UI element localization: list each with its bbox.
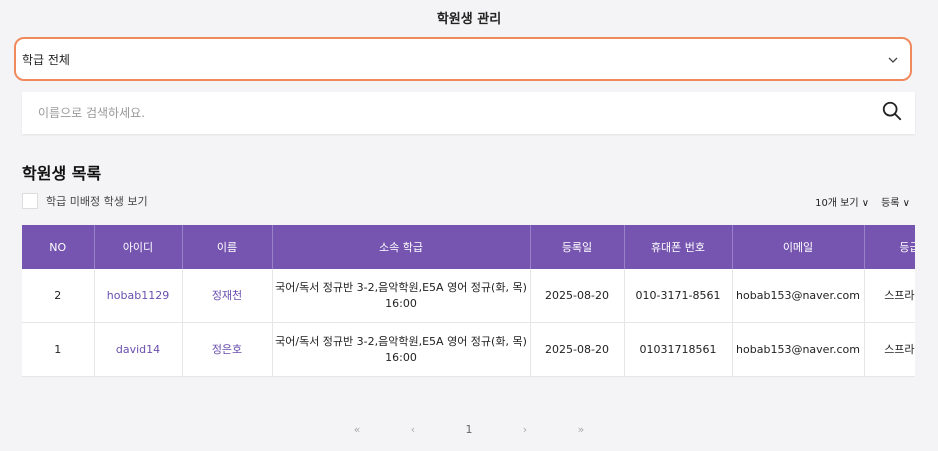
search-bar: [22, 92, 915, 134]
search-input[interactable]: [36, 105, 881, 121]
cell-class: 국어/독서 정규반 3-2,음악학원,E5A 영어 정규(화, 목) 16:00: [272, 322, 531, 377]
cell-name-link[interactable]: 정재천: [182, 269, 273, 323]
unassigned-toggle[interactable]: 학급 미배정 학생 보기: [22, 193, 148, 209]
sort-dropdown[interactable]: 등록 ∨: [881, 194, 910, 209]
list-controls: 10개 보기 ∨ 등록 ∨: [815, 194, 910, 209]
col-header-phone[interactable]: 휴대폰 번호: [624, 225, 733, 269]
cell-registered: 2025-08-20: [530, 322, 625, 377]
cell-grade: 스프라우트: [864, 322, 915, 377]
page-size-dropdown[interactable]: 10개 보기 ∨: [815, 194, 869, 209]
cell-registered: 2025-08-20: [530, 269, 625, 323]
pagination: « ‹ 1 › »: [0, 423, 938, 436]
first-page-button[interactable]: «: [329, 423, 385, 436]
class-filter-value: 학급 전체: [22, 52, 70, 67]
col-header-grade[interactable]: 등급: [864, 225, 915, 269]
cell-id-link[interactable]: hobab1129: [94, 269, 183, 323]
class-filter-select[interactable]: 학급 전체: [14, 37, 912, 81]
cell-class: 국어/독서 정규반 3-2,음악학원,E5A 영어 정규(화, 목) 16:00: [272, 269, 531, 323]
col-header-id[interactable]: 아이디: [94, 225, 183, 269]
table-row[interactable]: 1 david14 정은호 국어/독서 정규반 3-2,음악학원,E5A 영어 …: [22, 322, 915, 377]
next-page-button[interactable]: ›: [497, 423, 553, 436]
cell-name-link[interactable]: 정은호: [182, 322, 273, 377]
cell-id-link[interactable]: david14: [94, 322, 183, 377]
col-header-registered[interactable]: 등록일: [530, 225, 625, 269]
chevron-down-icon: [888, 53, 898, 66]
col-header-no[interactable]: NO: [22, 225, 95, 269]
page-number-current[interactable]: 1: [441, 423, 497, 436]
cell-email: hobab153@naver.com: [732, 269, 865, 323]
table-row[interactable]: 2 hobab1129 정재천 국어/독서 정규반 3-2,음악학원,E5A 영…: [22, 269, 915, 323]
cell-phone: 010-3171-8561: [624, 269, 733, 323]
student-table-container: NO 아이디 이름 소속 학급 등록일 휴대폰 번호 이메일 등급 2 hoba…: [22, 225, 915, 400]
cell-phone: 01031718561: [624, 322, 733, 377]
prev-page-button[interactable]: ‹: [385, 423, 441, 436]
last-page-button[interactable]: »: [553, 423, 609, 436]
page-title: 학원생 관리: [436, 12, 502, 27]
cell-grade: 스프라우트: [864, 269, 915, 323]
col-header-class[interactable]: 소속 학급: [272, 225, 531, 269]
cell-no: 2: [22, 269, 95, 323]
cell-no: 1: [22, 322, 95, 377]
col-header-email[interactable]: 이메일: [732, 225, 865, 269]
table-header-row: NO 아이디 이름 소속 학급 등록일 휴대폰 번호 이메일 등급: [22, 225, 915, 269]
unassigned-label: 학급 미배정 학생 보기: [46, 195, 148, 208]
student-list-title: 학원생 목록: [22, 164, 102, 183]
student-table: NO 아이디 이름 소속 학급 등록일 휴대폰 번호 이메일 등급 2 hoba…: [22, 225, 915, 377]
search-icon[interactable]: [881, 100, 903, 126]
col-header-name[interactable]: 이름: [182, 225, 273, 269]
unassigned-checkbox[interactable]: [22, 193, 38, 209]
cell-email: hobab153@naver.com: [732, 322, 865, 377]
